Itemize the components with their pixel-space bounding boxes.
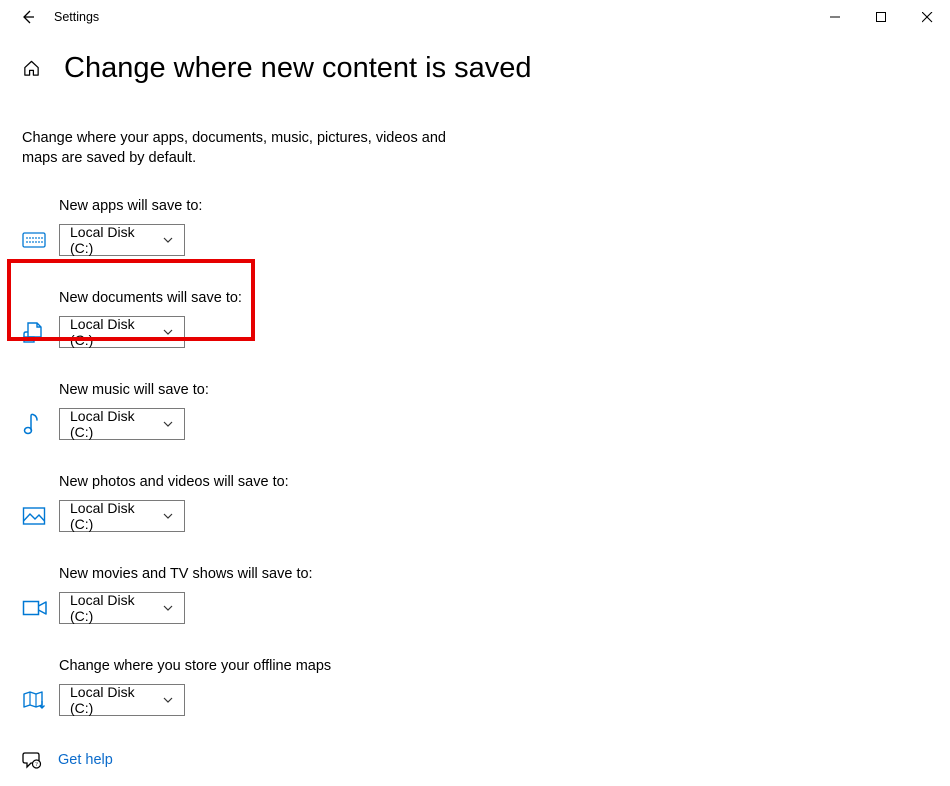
setting-maps-value: Local Disk (C:) <box>70 684 154 716</box>
maximize-button[interactable] <box>858 0 904 34</box>
setting-movies-dropdown[interactable]: Local Disk (C:) <box>59 592 185 624</box>
chevron-down-icon <box>162 418 174 430</box>
home-icon[interactable] <box>22 59 44 78</box>
heading-row: Change where new content is saved <box>22 52 928 85</box>
page-description: Change where your apps, documents, music… <box>22 129 472 168</box>
setting-music: New music will save to: Local Disk (C:) <box>22 382 928 440</box>
setting-apps: New apps will save to: Local Disk (C:) <box>22 198 928 256</box>
minimize-button[interactable] <box>812 0 858 34</box>
setting-movies-value: Local Disk (C:) <box>70 592 154 624</box>
apps-icon <box>22 230 59 250</box>
music-icon <box>22 412 59 436</box>
setting-maps-dropdown[interactable]: Local Disk (C:) <box>59 684 185 716</box>
movies-icon <box>22 599 59 617</box>
photos-icon <box>22 506 59 526</box>
setting-documents-label: New documents will save to: <box>59 290 928 306</box>
setting-documents: New documents will save to: Local Disk (… <box>22 290 928 348</box>
setting-apps-label: New apps will save to: <box>59 198 928 214</box>
get-help[interactable]: ? Get help <box>22 750 928 770</box>
setting-music-label: New music will save to: <box>59 382 928 398</box>
setting-movies-label: New movies and TV shows will save to: <box>59 566 928 582</box>
setting-photos: New photos and videos will save to: Loca… <box>22 474 928 532</box>
setting-documents-dropdown[interactable]: Local Disk (C:) <box>59 316 185 348</box>
help-icon: ? <box>22 750 56 770</box>
setting-photos-dropdown[interactable]: Local Disk (C:) <box>59 500 185 532</box>
chevron-down-icon <box>162 602 174 614</box>
setting-apps-dropdown[interactable]: Local Disk (C:) <box>59 224 185 256</box>
setting-maps: Change where you store your offline maps… <box>22 658 928 716</box>
setting-photos-value: Local Disk (C:) <box>70 500 154 532</box>
maps-icon <box>22 689 59 711</box>
chevron-down-icon <box>162 326 174 338</box>
titlebar: Settings <box>0 0 950 34</box>
page-title: Change where new content is saved <box>64 52 532 85</box>
chevron-down-icon <box>162 234 174 246</box>
window-buttons <box>812 0 950 34</box>
get-help-link[interactable]: Get help <box>58 752 113 768</box>
setting-maps-label: Change where you store your offline maps <box>59 658 928 674</box>
chevron-down-icon <box>162 510 174 522</box>
setting-movies: New movies and TV shows will save to: Lo… <box>22 566 928 624</box>
close-button[interactable] <box>904 0 950 34</box>
setting-music-dropdown[interactable]: Local Disk (C:) <box>59 408 185 440</box>
setting-photos-label: New photos and videos will save to: <box>59 474 928 490</box>
back-button[interactable] <box>12 9 44 25</box>
setting-apps-value: Local Disk (C:) <box>70 224 154 256</box>
documents-icon <box>22 321 59 343</box>
chevron-down-icon <box>162 694 174 706</box>
setting-documents-value: Local Disk (C:) <box>70 316 154 348</box>
window-title: Settings <box>54 10 99 24</box>
setting-music-value: Local Disk (C:) <box>70 408 154 440</box>
svg-text:?: ? <box>35 762 38 768</box>
